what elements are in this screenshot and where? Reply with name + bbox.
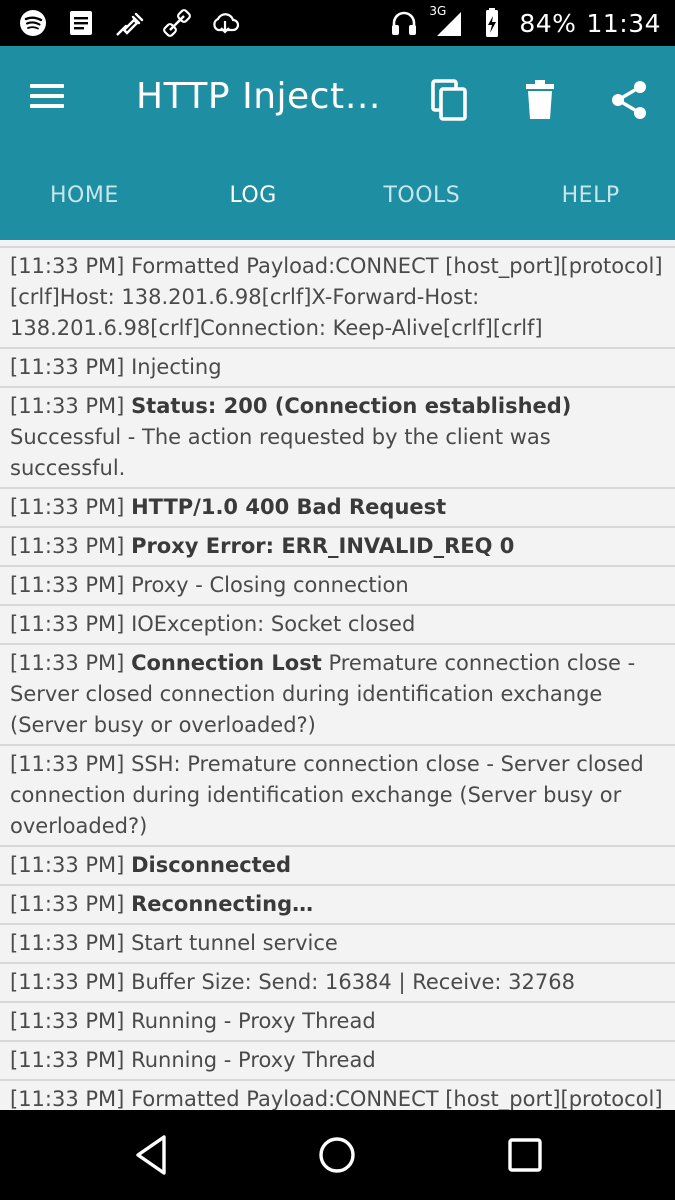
log-entry: [11:33 PM] Connection Lost Premature con… xyxy=(0,645,675,746)
log-entry: [11:33 PM] Proxy - Closing connection xyxy=(0,567,675,606)
home-button[interactable] xyxy=(314,1132,360,1178)
delete-button[interactable] xyxy=(518,76,562,124)
log-message: Start tunnel service xyxy=(131,931,338,955)
log-entry: [11:33 PM] Formatted Payload:CONNECT [ho… xyxy=(0,248,675,349)
log-entry: [11:33 PM] Running - Proxy Thread xyxy=(0,1003,675,1042)
log-highlight: Reconnecting… xyxy=(131,892,314,916)
log-highlight: Connection Lost xyxy=(131,651,322,675)
link-icon xyxy=(160,6,194,40)
log-message: Injecting xyxy=(131,355,222,379)
home-icon xyxy=(319,1137,355,1173)
log-timestamp: [11:33 PM] xyxy=(10,394,125,418)
log-timestamp: [11:33 PM] xyxy=(10,853,125,877)
notification-icons xyxy=(16,6,242,40)
network-type-label: 3G xyxy=(429,4,447,18)
notes-icon xyxy=(64,6,98,40)
copy-button[interactable] xyxy=(428,76,472,124)
log-entry: [11:33 PM] Buffer Size: Send: 16384 | Re… xyxy=(0,964,675,1003)
share-icon xyxy=(612,81,646,119)
log-timestamp: [11:33 PM] xyxy=(10,573,125,597)
log-timestamp: [11:33 PM] xyxy=(10,892,125,916)
log-entry: [11:33 PM] Reconnecting… xyxy=(0,886,675,925)
log-entry: [11:33 PM] Formatted Payload:CONNECT [ho… xyxy=(0,1081,675,1110)
signal-icon: 3G xyxy=(429,4,465,40)
log-message: Running - Proxy Thread xyxy=(131,1009,376,1033)
log-timestamp: [11:33 PM] xyxy=(10,612,125,636)
app-title: HTTP Inject… xyxy=(136,76,382,117)
injector-icon xyxy=(112,6,146,40)
tab-log[interactable]: LOG xyxy=(169,166,338,226)
log-message: IOException: Socket closed xyxy=(131,612,416,636)
tab-help[interactable]: HELP xyxy=(506,166,675,226)
log-message: Proxy - Closing connection xyxy=(131,573,409,597)
log-timestamp: [11:33 PM] xyxy=(10,752,125,776)
tab-bar: HOME LOG TOOLS HELP xyxy=(0,166,675,226)
share-button[interactable] xyxy=(608,76,652,124)
log-message: Running - Proxy Thread xyxy=(131,1048,376,1072)
back-icon xyxy=(136,1135,166,1175)
headset-icon xyxy=(387,6,421,40)
recents-button[interactable] xyxy=(502,1132,548,1178)
log-timestamp: [11:33 PM] xyxy=(10,355,125,379)
log-entry: [11:33 PM] Start tunnel service xyxy=(0,925,675,964)
log-entry: [11:33 PM] Injecting xyxy=(0,349,675,388)
log-highlight: Disconnected xyxy=(131,853,291,877)
log-list[interactable]: [11:33 PM] Formatted Payload:CONNECT [ho… xyxy=(0,240,675,1110)
recents-icon xyxy=(508,1138,542,1172)
log-timestamp: [11:33 PM] xyxy=(10,1009,125,1033)
back-button[interactable] xyxy=(128,1132,174,1178)
log-message: Buffer Size: Send: 16384 | Receive: 3276… xyxy=(131,970,575,994)
log-entry: [11:33 PM] Proxy Error: ERR_INVALID_REQ … xyxy=(0,528,675,567)
tab-home[interactable]: HOME xyxy=(0,166,169,226)
clipped-row xyxy=(0,240,675,248)
log-entries: [11:33 PM] Formatted Payload:CONNECT [ho… xyxy=(0,240,675,1110)
menu-button[interactable] xyxy=(30,78,74,122)
cloud-download-icon xyxy=(208,6,242,40)
battery-icon xyxy=(475,6,509,40)
log-highlight: HTTP/1.0 400 Bad Request xyxy=(131,495,447,519)
log-timestamp: [11:33 PM] xyxy=(10,1048,125,1072)
status-bar: 3G 84% 11:34 xyxy=(0,0,675,46)
log-timestamp: [11:33 PM] xyxy=(10,651,125,675)
log-timestamp: [11:33 PM] xyxy=(10,970,125,994)
log-timestamp: [11:33 PM] xyxy=(10,1087,125,1110)
log-timestamp: [11:33 PM] xyxy=(10,495,125,519)
menu-icon-line xyxy=(30,84,64,88)
log-entry: [11:33 PM] Running - Proxy Thread xyxy=(0,1042,675,1081)
spotify-icon xyxy=(16,6,50,40)
copy-icon xyxy=(431,79,467,121)
system-status: 3G 84% 11:34 xyxy=(387,4,661,40)
battery-percent: 84% xyxy=(519,8,577,38)
log-entry: [11:33 PM] Status: 200 (Connection estab… xyxy=(0,388,675,489)
log-timestamp: [11:33 PM] xyxy=(10,534,125,558)
log-entry: [11:33 PM] HTTP/1.0 400 Bad Request xyxy=(0,489,675,528)
tab-tools[interactable]: TOOLS xyxy=(338,166,507,226)
log-highlight: Status: 200 (Connection established) xyxy=(131,394,572,418)
app-bar: HTTP Inject… HOME LOG TOOLS HELP xyxy=(0,46,675,240)
log-entry: [11:33 PM] Disconnected xyxy=(0,847,675,886)
menu-icon-line xyxy=(30,104,64,108)
log-highlight: Proxy Error: ERR_INVALID_REQ 0 xyxy=(131,534,515,558)
navigation-bar xyxy=(0,1110,675,1200)
log-entry: [11:33 PM] SSH: Premature connection clo… xyxy=(0,746,675,847)
log-timestamp: [11:33 PM] xyxy=(10,254,125,278)
clock: 11:34 xyxy=(586,8,661,38)
log-timestamp: [11:33 PM] xyxy=(10,931,125,955)
log-entry: [11:33 PM] IOException: Socket closed xyxy=(0,606,675,645)
trash-icon xyxy=(526,80,554,119)
log-message: Successful - The action requested by the… xyxy=(10,425,551,480)
menu-icon-line xyxy=(30,94,64,98)
